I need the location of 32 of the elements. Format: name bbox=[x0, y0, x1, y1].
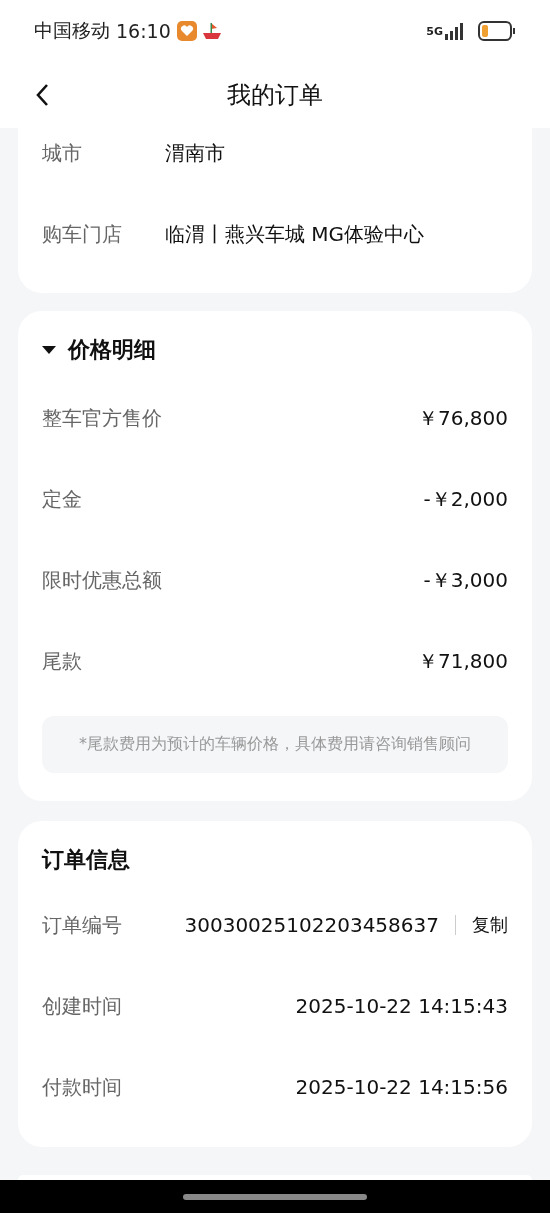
note-text: *尾款费用为预计的车辆价格，具体费用请咨询销售顾问 bbox=[42, 716, 508, 773]
field-value: 临渭丨燕兴车城 MG体验中心 bbox=[165, 220, 425, 248]
page-title: 我的订单 bbox=[227, 80, 323, 111]
clock-time: 16:10 bbox=[116, 20, 171, 42]
field-label: 购车门店 bbox=[42, 220, 123, 248]
field-value: ￥76,800 bbox=[418, 404, 508, 432]
network-type: 5G bbox=[426, 24, 443, 38]
carrier-name: 中国移动 bbox=[34, 18, 110, 43]
section-title: 订单信息 bbox=[42, 846, 130, 874]
field-value: -￥3,000 bbox=[423, 566, 508, 594]
section-title: 价格明细 bbox=[68, 336, 156, 364]
field-value: 2025-10-22 14:15:56 bbox=[295, 1075, 508, 1099]
heart-app-icon bbox=[176, 21, 197, 41]
copy-button[interactable]: 复制 bbox=[472, 913, 508, 937]
field-label: 整车官方售价 bbox=[42, 404, 163, 432]
signal-icon bbox=[444, 22, 464, 40]
field-label: 定金 bbox=[42, 485, 83, 513]
battery-icon bbox=[478, 21, 516, 41]
field-label: 创建时间 bbox=[42, 992, 123, 1020]
field-label: 城市 bbox=[42, 139, 83, 167]
home-indicator[interactable] bbox=[183, 1193, 367, 1200]
field-value: ￥71,800 bbox=[418, 647, 508, 675]
field-label: 付款时间 bbox=[42, 1073, 123, 1101]
field-label: 尾款 bbox=[42, 647, 83, 675]
field-label: 限时优惠总额 bbox=[42, 566, 163, 594]
collapse-triangle-icon[interactable] bbox=[42, 345, 56, 355]
field-value: 30030025102203458637 bbox=[184, 913, 439, 937]
boat-app-icon bbox=[200, 21, 223, 41]
field-value: 2025-10-22 14:15:43 bbox=[295, 994, 508, 1018]
field-value: 渭南市 bbox=[165, 139, 225, 167]
field-value: -￥2,000 bbox=[423, 485, 508, 513]
field-label: 订单编号 bbox=[42, 911, 123, 939]
